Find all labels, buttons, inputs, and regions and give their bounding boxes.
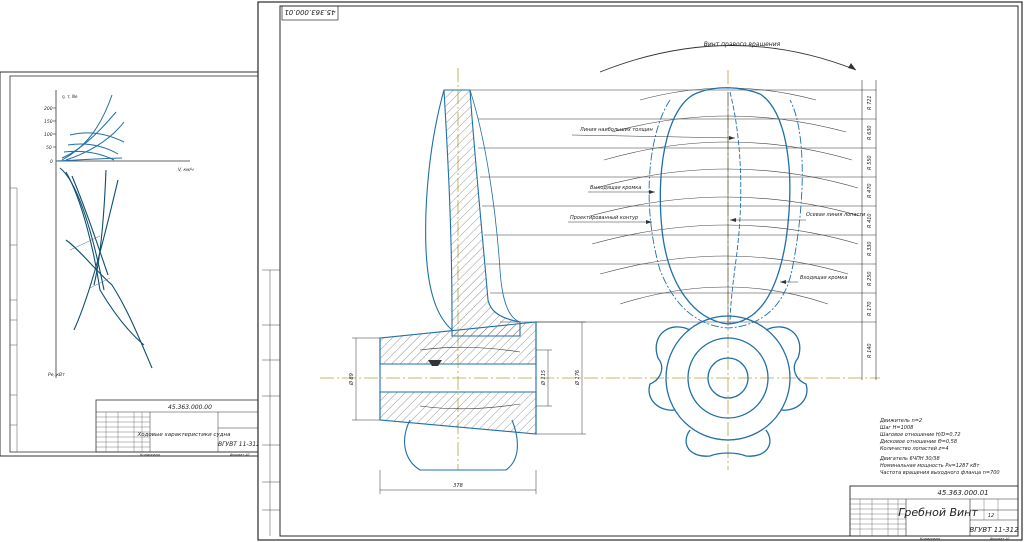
front-group: ВГУВТ 11-312	[969, 526, 1019, 534]
back-footer-right: Формат A1	[230, 453, 250, 457]
leader-max-thickness: Линия наибольших толщин	[579, 127, 653, 133]
chart-x-label: V, км/ч	[178, 167, 194, 173]
note-2: Шаг H=1008	[880, 425, 913, 431]
y-tick-150: 150	[44, 119, 53, 125]
front-footer-left: Копировал	[920, 537, 941, 541]
back-group: ВГУВТ 11-312	[218, 441, 260, 448]
dim-hub-length: 378	[453, 483, 463, 489]
corner-stamp-text: 45.363.000.01	[284, 8, 335, 16]
front-title: Гребной Винт	[898, 506, 978, 519]
y-tick-0: 0	[50, 159, 53, 165]
note-6: Двигатель 6ЧПН 30/38	[879, 456, 940, 462]
leader-exit-edge: Выходящая кромка	[590, 185, 641, 191]
front-sheet-no: 12	[988, 513, 994, 519]
radius-label-9: R 140	[867, 343, 873, 358]
radius-label-5: R 410	[867, 213, 873, 228]
front-sheet: 45.363.000.01 Винт правого вращения R 72…	[257, 1, 1023, 541]
dim-hub-outer: Ø 176	[574, 370, 581, 386]
leader-entry-edge: Входящая кромка	[800, 275, 847, 281]
note-1: Движитель n=2	[879, 418, 922, 424]
front-doc-number: 45.363.000.01	[937, 489, 988, 497]
back-title: Ходовые характеристики судна	[137, 432, 232, 438]
drawing-canvas: η, τ, Ne 200 150 100 50 0 V, км/ч Pe, кВ…	[0, 1, 1023, 541]
leader-projected-contour: Проектированный контур	[570, 215, 638, 221]
back-footer-left: Копировал	[140, 453, 161, 457]
radius-label-7: R 250	[867, 271, 873, 286]
radius-label-3: R 550	[867, 155, 873, 170]
dim-bore: Ø 115	[540, 370, 547, 386]
y-tick-100: 100	[44, 132, 53, 138]
leader-blade-axis: Осевая линия лопасти	[806, 212, 866, 218]
rotation-label: Винт правого вращения	[704, 41, 781, 48]
back-doc-number: 45.363.000.00	[168, 404, 212, 411]
chart-lower-label: Pe, кВт	[48, 372, 65, 378]
radius-label-1: R 721	[867, 95, 873, 110]
note-8: Частота вращения выходного фланца n=700	[880, 470, 1000, 476]
radius-label-4: R 470	[867, 183, 873, 198]
dim-hub-left: Ø 89	[348, 373, 355, 386]
radius-label-6: R 330	[867, 241, 873, 256]
note-5: Количество лопастей z=4	[880, 446, 949, 452]
y-tick-200: 200	[44, 106, 53, 112]
back-sheet: η, τ, Ne 200 150 100 50 0 V, км/ч Pe, кВ…	[0, 71, 265, 457]
y-tick-50: 50	[46, 145, 52, 151]
note-3: Шаговое отношение H/D=0,72	[880, 432, 961, 438]
front-footer-right: Формат A1	[990, 537, 1010, 541]
radius-label-8: R 170	[867, 301, 873, 316]
chart-y-label: η, τ, Ne	[62, 94, 78, 99]
note-4: Дисковое отношение Θ=0,58	[879, 439, 957, 445]
note-7: Номинальная мощность Рн=1287 кВт	[880, 463, 981, 469]
radius-label-2: R 630	[867, 125, 873, 140]
